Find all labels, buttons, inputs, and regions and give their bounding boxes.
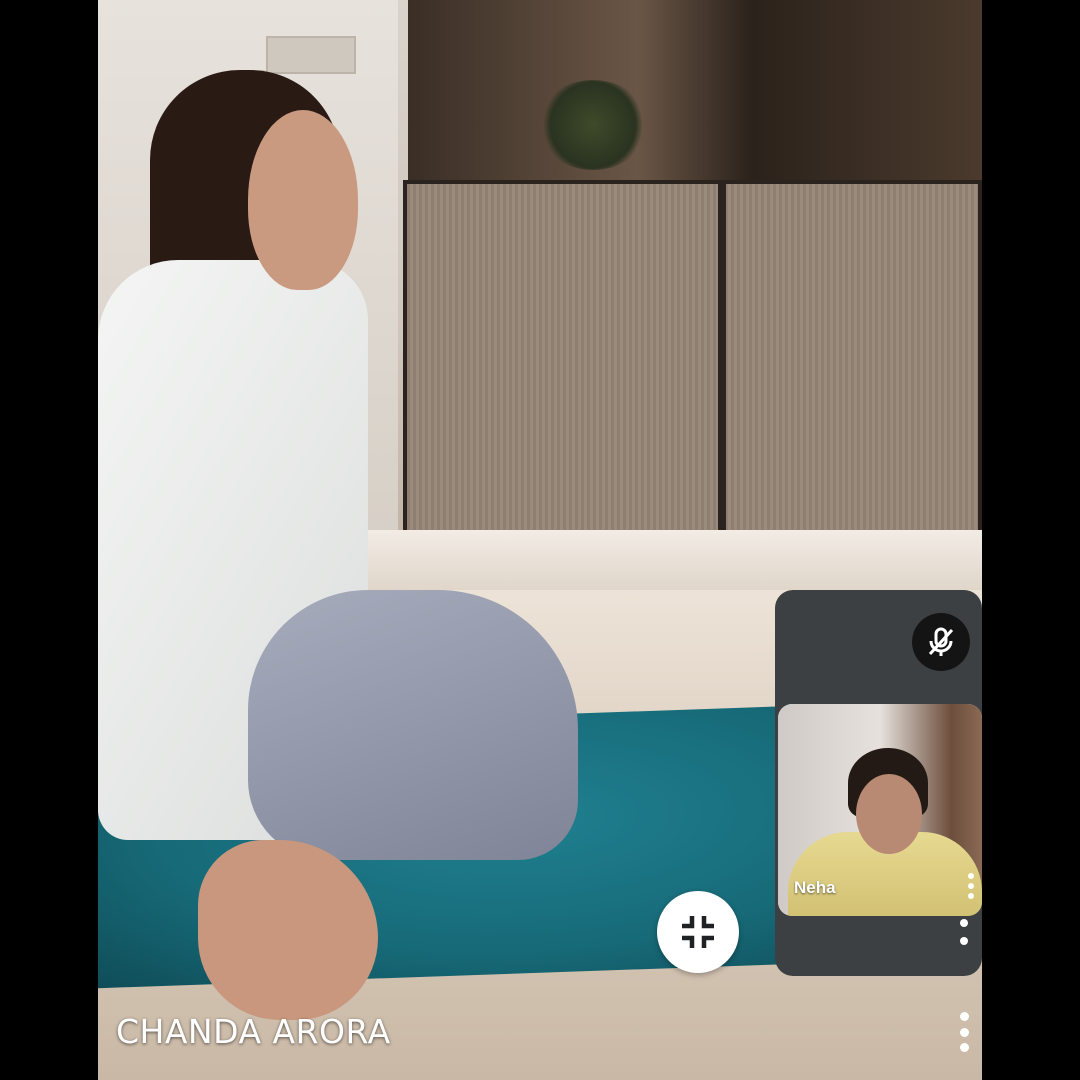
participant-legs	[248, 590, 578, 860]
more-vert-icon-dot	[959, 1027, 969, 1037]
participant-face	[248, 110, 358, 290]
more-vert-icon-dot	[968, 893, 974, 899]
more-vert-icon-dot	[959, 1043, 969, 1052]
more-vert-icon-dot	[960, 919, 968, 927]
background-cabinet	[403, 180, 982, 550]
tile-more-options-button[interactable]	[958, 919, 970, 945]
floor-step	[348, 530, 982, 590]
mic-muted-indicator[interactable]	[912, 613, 970, 671]
minimize-button[interactable]	[657, 891, 739, 973]
self-view-name-label: Neha	[794, 878, 836, 897]
more-vert-icon-dot	[959, 1012, 969, 1021]
more-vert-icon-dot	[968, 873, 974, 879]
more-vert-icon-dot	[968, 883, 974, 889]
background-plant	[538, 80, 648, 170]
minimize-icon	[682, 916, 714, 948]
mic-off-icon	[928, 627, 954, 656]
more-vert-icon-dot	[960, 937, 968, 945]
wall-vent	[266, 36, 356, 74]
self-view-face	[856, 774, 922, 854]
cabinet-divider	[718, 180, 726, 550]
more-options-button[interactable]	[950, 1008, 978, 1056]
background-shelf	[408, 0, 982, 185]
self-view-more-options[interactable]	[966, 873, 976, 899]
participant-name-label: CHANDA ARORA	[116, 1012, 391, 1051]
